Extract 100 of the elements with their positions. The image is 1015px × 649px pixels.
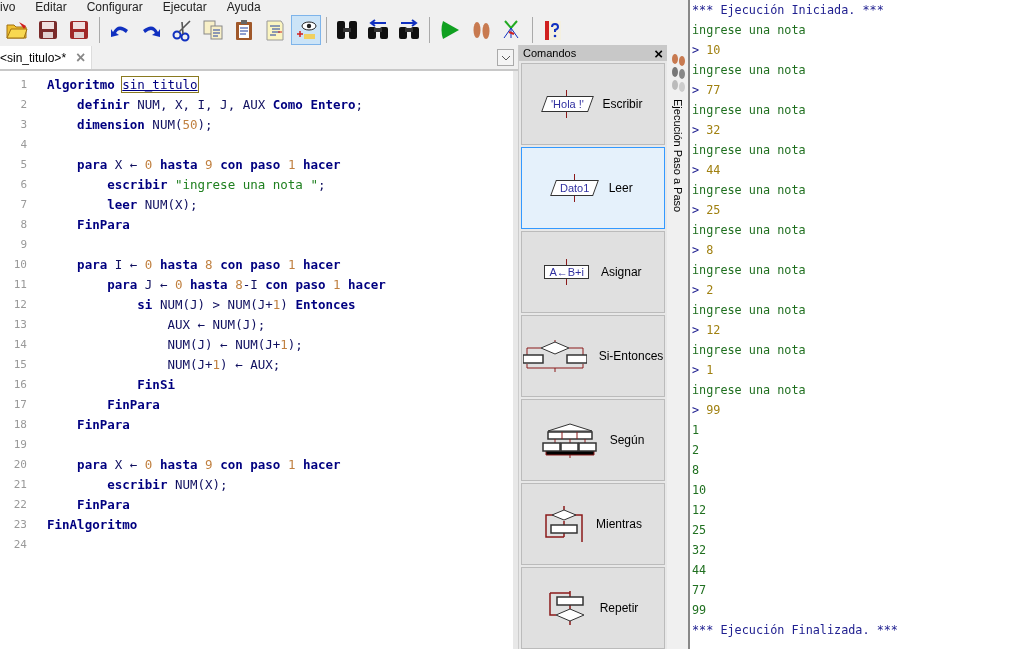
- console-output: ingrese una nota: [692, 142, 807, 159]
- command-label: Mientras: [596, 517, 642, 531]
- line-number: 8: [19, 217, 27, 231]
- command-label: Leer: [608, 181, 633, 195]
- code-line: NUM(J) ← NUM(J+1);: [166, 336, 303, 352]
- menu-item[interactable]: Editar: [35, 0, 67, 15]
- line-number: 7: [19, 197, 27, 211]
- console-output: ingrese una nota: [692, 222, 807, 239]
- line-number: 15: [12, 357, 27, 371]
- code-line: definir NUM, X, I, J, AUX Como Entero;: [76, 96, 364, 112]
- line-number: 10: [12, 257, 27, 271]
- line-number: 13: [12, 317, 27, 331]
- command-item[interactable]: Según: [521, 399, 665, 481]
- line-number: 3: [19, 117, 27, 131]
- close-icon[interactable]: ×: [654, 45, 663, 61]
- console-output: ingrese una nota: [692, 382, 807, 399]
- console-input-text: > 1: [692, 362, 715, 379]
- console-output: ingrese una nota: [692, 62, 807, 79]
- line-number: 9: [19, 237, 27, 251]
- line-number: 5: [19, 157, 27, 171]
- console-output: 8: [692, 462, 701, 479]
- code-line: AUX ← NUM(J);: [166, 316, 266, 332]
- toolbar-button[interactable]: [291, 15, 321, 45]
- menu-item[interactable]: Ayuda: [226, 0, 261, 15]
- code-editor[interactable]: [0, 71, 518, 649]
- switch-block-icon: [541, 422, 598, 458]
- command-item[interactable]: 'Hola !' Escribir: [521, 63, 665, 145]
- tab-list-button[interactable]: [497, 49, 514, 66]
- console-output: 99: [692, 602, 708, 619]
- chevron-down-icon: [500, 54, 511, 61]
- console-output: 12: [692, 502, 708, 519]
- console-input-text: > 10: [692, 42, 722, 59]
- decision-block-icon: [522, 340, 587, 372]
- console-output: ingrese una nota: [692, 342, 807, 359]
- line-number: 16: [12, 377, 27, 391]
- command-label: Escribir: [602, 97, 643, 111]
- console-output: 77: [692, 582, 708, 599]
- line-number: 24: [12, 537, 27, 551]
- line-number: 12: [12, 297, 27, 311]
- editor-tab[interactable]: <sin_titulo>* ×: [0, 46, 93, 69]
- code-line: FinPara: [106, 396, 160, 412]
- console-status: *** Ejecución Finalizada. ***: [692, 622, 899, 639]
- console-output: 1: [692, 422, 701, 439]
- console-output: ingrese una nota: [692, 262, 807, 279]
- side-tab[interactable]: Ejecución Paso a Paso: [671, 99, 684, 213]
- console-input-text: > 77: [692, 82, 722, 99]
- command-label: Según: [609, 433, 645, 447]
- command-item[interactable]: Repetir: [521, 567, 665, 649]
- code-line: para J ← 0 hasta 8-I con paso 1 hacer: [106, 276, 386, 292]
- copy-icon: [201, 18, 225, 42]
- eye-icon: [294, 18, 318, 42]
- command-item[interactable]: Si-Entonces: [521, 315, 665, 397]
- line-number: 21: [12, 477, 27, 491]
- command-item[interactable]: Dato1 Leer: [521, 147, 665, 229]
- code-line: FinPara: [76, 496, 130, 512]
- panel-title: Comandos: [523, 47, 577, 59]
- code-line: para I ← 0 hasta 8 con paso 1 hacer: [76, 256, 341, 272]
- code-line: escribir "ingrese una nota ";: [106, 176, 326, 192]
- code-line: si NUM(J) > NUM(J+1) Entonces: [136, 296, 356, 312]
- console-status: *** Ejecución Iniciada. ***: [692, 2, 885, 19]
- line-number: 2: [19, 97, 27, 111]
- console-output: ingrese una nota: [692, 302, 807, 319]
- console-output: ingrese una nota: [692, 102, 807, 119]
- binoculars-icon: [335, 18, 359, 42]
- line-number: 14: [12, 337, 27, 351]
- binoculars-icon: [397, 18, 421, 42]
- console-output: 2: [692, 442, 701, 459]
- menu-item[interactable]: Configurar: [86, 0, 143, 15]
- close-icon[interactable]: ×: [76, 49, 86, 66]
- code-line: leer NUM(X);: [106, 196, 198, 212]
- scissors-icon: [170, 18, 194, 42]
- code-line: escribir NUM(X);: [106, 476, 228, 492]
- line-number: 20: [12, 457, 27, 471]
- line-number: 22: [12, 497, 27, 511]
- command-label: Repetir: [599, 601, 639, 615]
- line-number: 18: [12, 417, 27, 431]
- code-line: FinPara: [76, 216, 130, 232]
- command-item[interactable]: A←B+i Asignar: [521, 231, 665, 313]
- console-output: ingrese una nota: [692, 22, 807, 39]
- command-item[interactable]: Mientras: [521, 483, 665, 565]
- menu-item[interactable]: Ejecutar: [162, 0, 207, 15]
- code-line: Algoritmo sin_titulo: [47, 76, 198, 92]
- code-line: NUM(J+1) ← AUX;: [166, 356, 281, 372]
- console-input-text: > 8: [692, 242, 715, 259]
- line-number: 19: [12, 437, 27, 451]
- console-input-text: > 25: [692, 202, 722, 219]
- code-line: para X ← 0 hasta 9 con paso 1 hacer: [76, 456, 341, 472]
- code-line: dimension NUM(50);: [76, 116, 213, 132]
- code-line: para X ← 0 hasta 9 con paso 1 hacer: [76, 156, 341, 172]
- menu-item[interactable]: ivo: [0, 0, 16, 15]
- console-output: 44: [692, 562, 708, 579]
- console-output: 25: [692, 522, 708, 539]
- console-output: 10: [692, 482, 708, 499]
- line-number: 1: [19, 77, 27, 91]
- loop-block-icon: [544, 506, 584, 542]
- console-input-text: > 32: [692, 122, 722, 139]
- code-line: FinAlgoritmo: [47, 516, 138, 532]
- console-input-text: > 44: [692, 162, 722, 179]
- code-line: FinSi: [136, 376, 175, 392]
- console-output: 32: [692, 542, 708, 559]
